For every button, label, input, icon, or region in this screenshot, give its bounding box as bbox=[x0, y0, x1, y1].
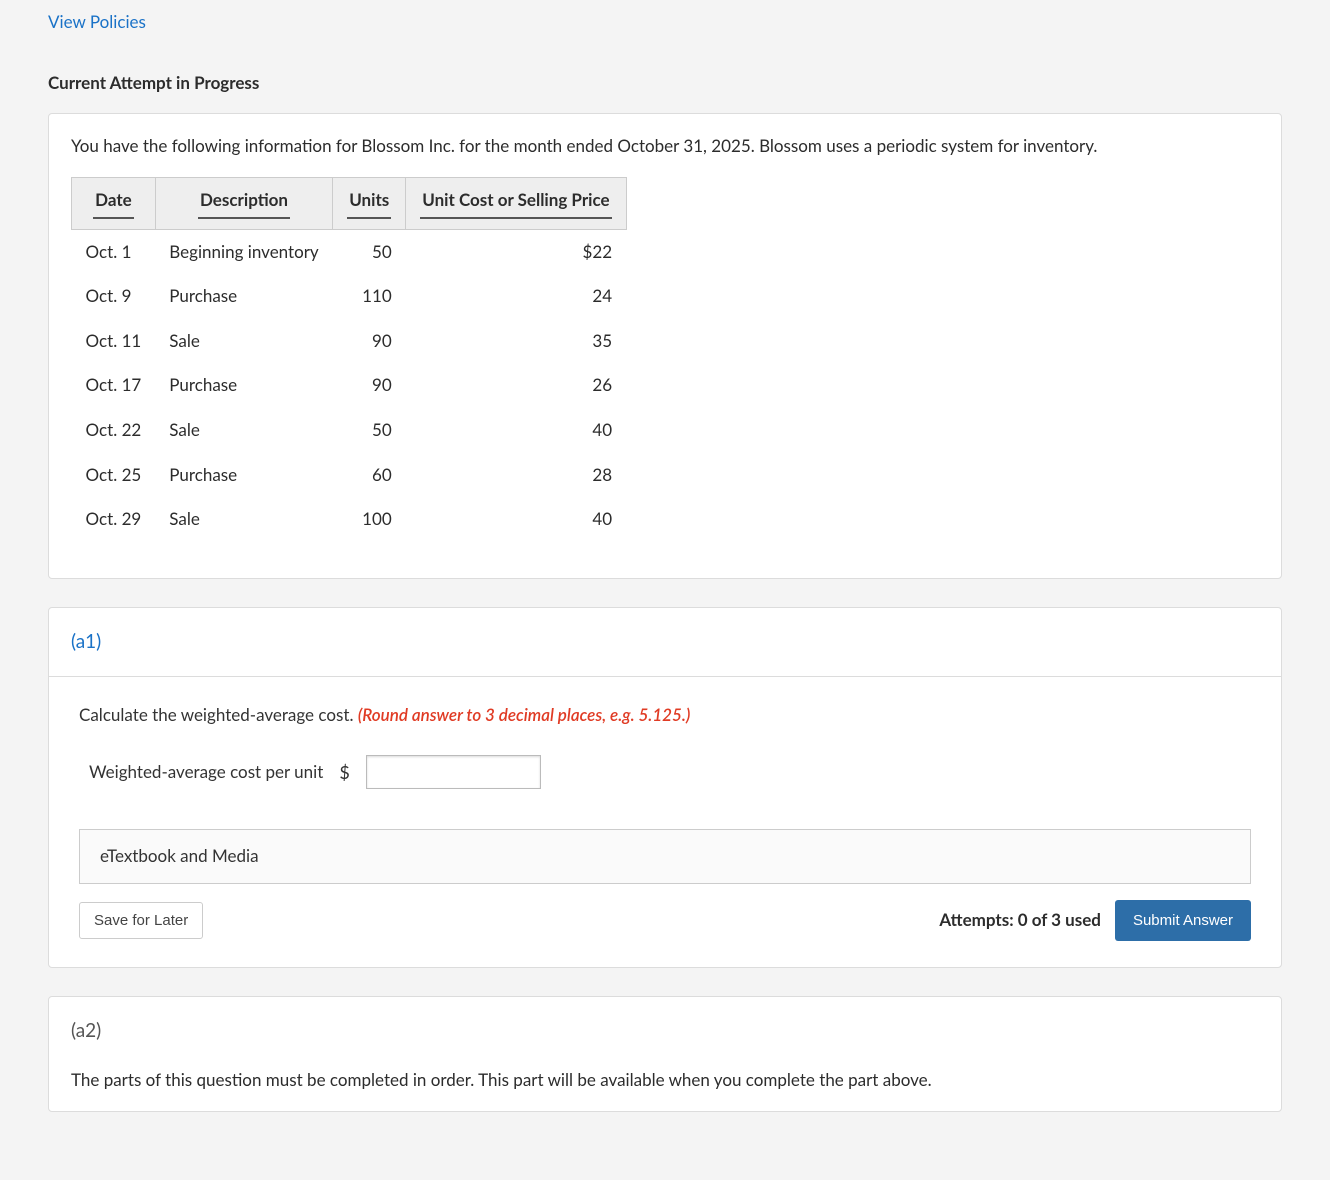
save-for-later-button[interactable]: Save for Later bbox=[79, 902, 203, 939]
table-row: Oct. 25 Purchase 60 28 bbox=[72, 453, 627, 498]
section-title: Current Attempt in Progress bbox=[0, 41, 1330, 114]
cell-units: 50 bbox=[333, 408, 406, 453]
cell-desc: Purchase bbox=[155, 274, 332, 319]
part-a1-header[interactable]: (a1) bbox=[49, 608, 1281, 677]
page-root: View Policies Current Attempt in Progres… bbox=[0, 0, 1330, 1180]
cell-price: 24 bbox=[406, 274, 626, 319]
etextbook-media-button[interactable]: eTextbook and Media bbox=[79, 829, 1251, 884]
part-a2-header: (a2) bbox=[49, 997, 1281, 1065]
a1-instruction-hint: (Round answer to 3 decimal places, e.g. … bbox=[358, 704, 691, 725]
problem-intro: You have the following information for B… bbox=[71, 134, 1259, 159]
cell-desc: Sale bbox=[155, 497, 332, 542]
cell-price: 40 bbox=[406, 497, 626, 542]
table-row: Oct. 11 Sale 90 35 bbox=[72, 319, 627, 364]
attempts-label: Attempts: 0 of 3 used bbox=[939, 908, 1101, 933]
col-desc: Description bbox=[155, 177, 332, 229]
part-a2-panel: (a2) The parts of this question must be … bbox=[48, 996, 1282, 1112]
cell-desc: Purchase bbox=[155, 363, 332, 408]
table-row: Oct. 9 Purchase 110 24 bbox=[72, 274, 627, 319]
cell-price: 26 bbox=[406, 363, 626, 408]
cell-date: Oct. 29 bbox=[72, 497, 156, 542]
problem-panel: You have the following information for B… bbox=[48, 113, 1282, 579]
cell-date: Oct. 22 bbox=[72, 408, 156, 453]
col-date: Date bbox=[72, 177, 156, 229]
weighted-average-cost-input[interactable] bbox=[366, 755, 541, 789]
answer-row: Weighted-average cost per unit $ bbox=[79, 755, 1251, 789]
cell-units: 100 bbox=[333, 497, 406, 542]
cell-units: 90 bbox=[333, 319, 406, 364]
cell-date: Oct. 1 bbox=[72, 229, 156, 274]
a2-locked-message: The parts of this question must be compl… bbox=[49, 1064, 1281, 1093]
inventory-table: Date Description Units Unit Cost or Sell… bbox=[71, 177, 627, 542]
cell-date: Oct. 25 bbox=[72, 453, 156, 498]
table-header-row: Date Description Units Unit Cost or Sell… bbox=[72, 177, 627, 229]
cell-desc: Purchase bbox=[155, 453, 332, 498]
cell-price: $22 bbox=[406, 229, 626, 274]
currency-symbol: $ bbox=[339, 759, 349, 785]
cell-units: 60 bbox=[333, 453, 406, 498]
cell-price: 28 bbox=[406, 453, 626, 498]
cell-units: 90 bbox=[333, 363, 406, 408]
a1-instruction: Calculate the weighted-average cost. (Ro… bbox=[79, 703, 1251, 728]
cell-date: Oct. 17 bbox=[72, 363, 156, 408]
table-row: Oct. 17 Purchase 90 26 bbox=[72, 363, 627, 408]
answer-label: Weighted-average cost per unit bbox=[89, 760, 323, 785]
cell-date: Oct. 11 bbox=[72, 319, 156, 364]
part-a1-panel: (a1) Calculate the weighted-average cost… bbox=[48, 607, 1282, 968]
action-row: Save for Later Attempts: 0 of 3 used Sub… bbox=[79, 900, 1251, 941]
cell-date: Oct. 9 bbox=[72, 274, 156, 319]
cell-units: 50 bbox=[333, 229, 406, 274]
cell-price: 40 bbox=[406, 408, 626, 453]
a1-instruction-text: Calculate the weighted-average cost. bbox=[79, 704, 358, 725]
cell-price: 35 bbox=[406, 319, 626, 364]
table-row: Oct. 22 Sale 50 40 bbox=[72, 408, 627, 453]
cell-desc: Sale bbox=[155, 408, 332, 453]
cell-units: 110 bbox=[333, 274, 406, 319]
col-units: Units bbox=[333, 177, 406, 229]
view-policies-link[interactable]: View Policies bbox=[0, 0, 1330, 41]
col-price: Unit Cost or Selling Price bbox=[406, 177, 626, 229]
cell-desc: Beginning inventory bbox=[155, 229, 332, 274]
right-actions: Attempts: 0 of 3 used Submit Answer bbox=[939, 900, 1251, 941]
table-row: Oct. 1 Beginning inventory 50 $22 bbox=[72, 229, 627, 274]
cell-desc: Sale bbox=[155, 319, 332, 364]
submit-answer-button[interactable]: Submit Answer bbox=[1115, 900, 1251, 941]
table-row: Oct. 29 Sale 100 40 bbox=[72, 497, 627, 542]
